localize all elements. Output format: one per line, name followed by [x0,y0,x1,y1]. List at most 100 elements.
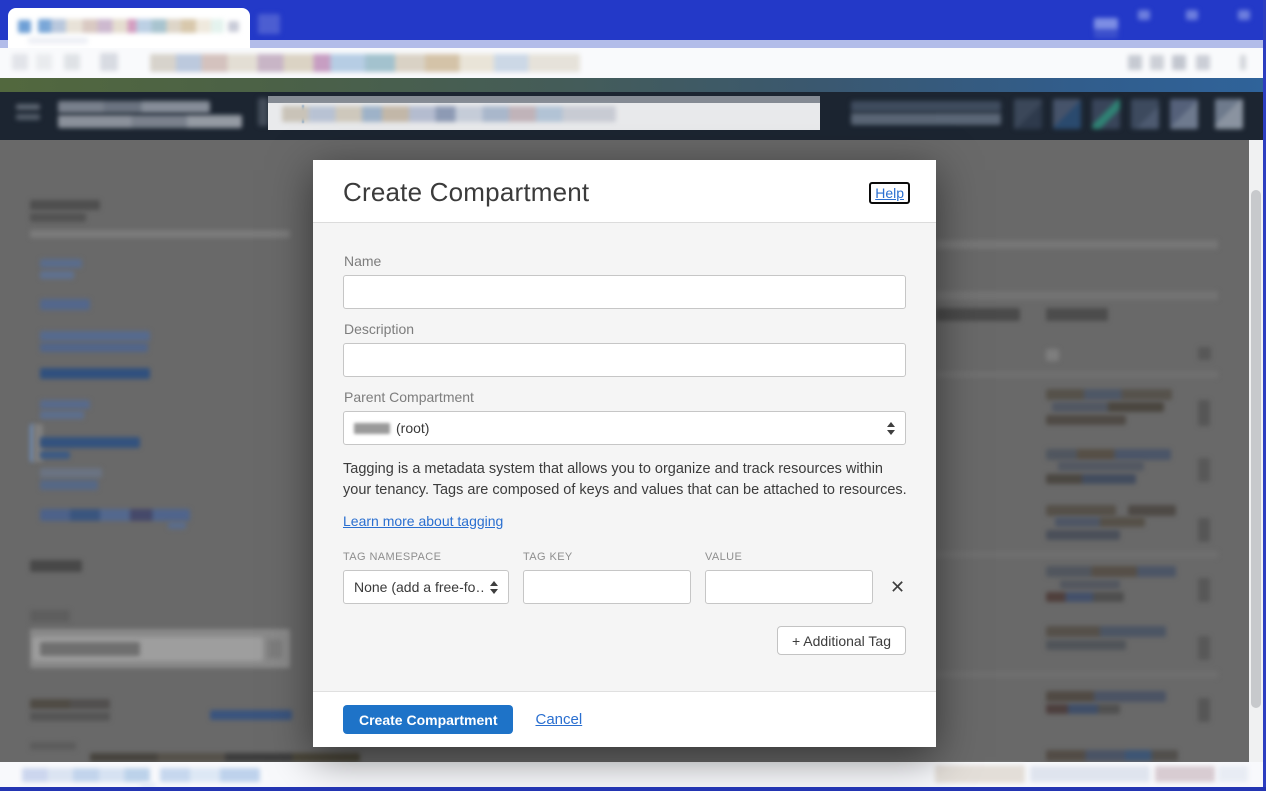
redacted-table-row [1046,592,1124,602]
create-compartment-button[interactable]: Create Compartment [343,705,513,734]
window-border-bottom [0,787,1266,791]
redacted-table-row [1046,626,1166,637]
redacted-sidebar-item [40,331,150,341]
redacted-sidebar-item-selected-line2 [40,451,70,459]
extension-icon[interactable] [1172,55,1186,70]
navbar-icon-user[interactable] [1215,99,1243,129]
tag-namespace-select[interactable]: None (add a free-fo… [343,570,509,604]
redacted-table-toolbar [936,291,1218,300]
learn-more-tagging-link[interactable]: Learn more about tagging [343,513,503,529]
redacted-console-logo [58,101,210,113]
navbar-icon-announcements[interactable] [1053,99,1081,129]
tab-close-icon[interactable] [228,21,239,32]
navbar-icon-help[interactable] [1092,99,1120,129]
additional-tag-row: + Additional Tag [343,626,906,655]
search-left-cap [258,98,268,126]
cancel-link[interactable]: Cancel [535,711,582,728]
browser-menu-icon[interactable] [1240,55,1246,70]
redacted-filter-label [30,610,70,622]
additional-tag-button[interactable]: + Additional Tag [777,626,906,655]
name-label: Name [344,253,906,269]
redacted-row-action-icon [1198,400,1210,426]
redacted-table-row [1046,449,1171,460]
browser-tab-active[interactable] [8,8,250,48]
screen: Create Compartment Help Name Description… [0,0,1266,791]
tag-key-input[interactable] [523,570,691,604]
redacted-footer-text [1218,766,1248,782]
new-tab-button[interactable] [258,14,280,34]
close-window-button[interactable] [1238,10,1250,20]
extension-icon[interactable] [1128,55,1142,70]
hamburger-menu-icon-bar[interactable] [16,114,40,120]
create-compartment-modal: Create Compartment Help Name Description… [313,160,936,747]
search-top-band [268,96,820,103]
redacted-sidebar-item [40,480,98,490]
table-divider [930,671,1218,678]
console-search-input[interactable] [268,96,820,130]
tag-key-label: TAG KEY [523,551,691,563]
page-scrollbar[interactable] [1249,140,1263,762]
tag-value-label: VALUE [705,551,873,563]
forward-button[interactable] [36,54,52,70]
redacted-table-row [1046,750,1178,761]
redacted-row-action-icon [1198,347,1211,360]
redacted-footer-text [1030,766,1150,782]
description-input[interactable] [343,343,906,377]
redacted-search-text [282,106,616,122]
redacted-address-and-bookmarks[interactable] [150,54,580,72]
tag-value-input[interactable] [705,570,873,604]
redacted-tenancy-name [354,423,390,434]
navbar-icon-language[interactable] [1131,99,1159,129]
redacted-table-row [1046,530,1120,540]
redacted-table-row [1058,461,1144,471]
select-stepper-icon [490,581,498,594]
redacted-table-row [1060,580,1120,589]
redacted-sidebar-item [40,400,90,409]
redacted-sidebar-item [40,411,84,419]
modal-title: Create Compartment [343,177,589,208]
redacted-table-row [1052,402,1164,412]
redacted-table-row [1046,704,1120,714]
redacted-sidebar-item [40,343,148,352]
minimize-button[interactable] [1138,10,1150,20]
help-link[interactable]: Help [869,182,910,204]
bookmark-folder-icon[interactable] [100,53,118,71]
navbar-icon-settings[interactable] [1170,99,1198,129]
redacted-region-label-line2[interactable] [851,113,1001,125]
redacted-filter-text [40,642,140,656]
redacted-region-label[interactable] [851,101,1001,112]
redacted-tab-bar [936,240,1218,249]
redacted-bottom-text-row [90,753,360,762]
maximize-button[interactable] [1186,10,1198,20]
back-button[interactable] [12,54,28,70]
navbar-icon-cloudshell[interactable] [1014,99,1042,129]
profile-avatar[interactable] [1094,18,1118,38]
redacted-column-header [936,308,1020,321]
table-divider [930,551,1218,558]
name-input[interactable] [343,275,906,309]
scrollbar-thumb[interactable] [1251,190,1261,708]
redacted-table-row [1046,566,1176,577]
hamburger-menu-icon[interactable] [16,104,40,110]
extension-icon[interactable] [1150,55,1164,70]
redacted-tab-subtext [28,37,88,44]
redacted-sidebar-text [30,742,76,750]
modal-footer: Create Compartment Cancel [313,692,936,747]
redacted-row-action-icon [1198,636,1210,660]
reload-button[interactable] [64,54,80,70]
tag-row: None (add a free-fo… ✕ [343,570,906,604]
redacted-row-action-icon [1198,458,1210,482]
redacted-row-action-icon [1198,698,1210,722]
redacted-section-heading [30,560,82,572]
extension-icon[interactable] [1196,55,1210,70]
tag-namespace-value: None (add a free-fo… [354,579,484,595]
redacted-sidebar-links-tail [168,522,186,529]
remove-tag-icon[interactable]: ✕ [888,576,907,598]
tagging-intro-text: Tagging is a metadata system that allows… [343,459,908,501]
parent-compartment-select[interactable]: (root) [343,411,906,445]
redacted-sidebar-text [30,699,110,709]
redacted-table-row [1128,505,1176,516]
redacted-footer-text [935,765,1025,783]
redacted-sidebar-item [40,368,150,379]
redacted-column-header [1046,308,1108,321]
